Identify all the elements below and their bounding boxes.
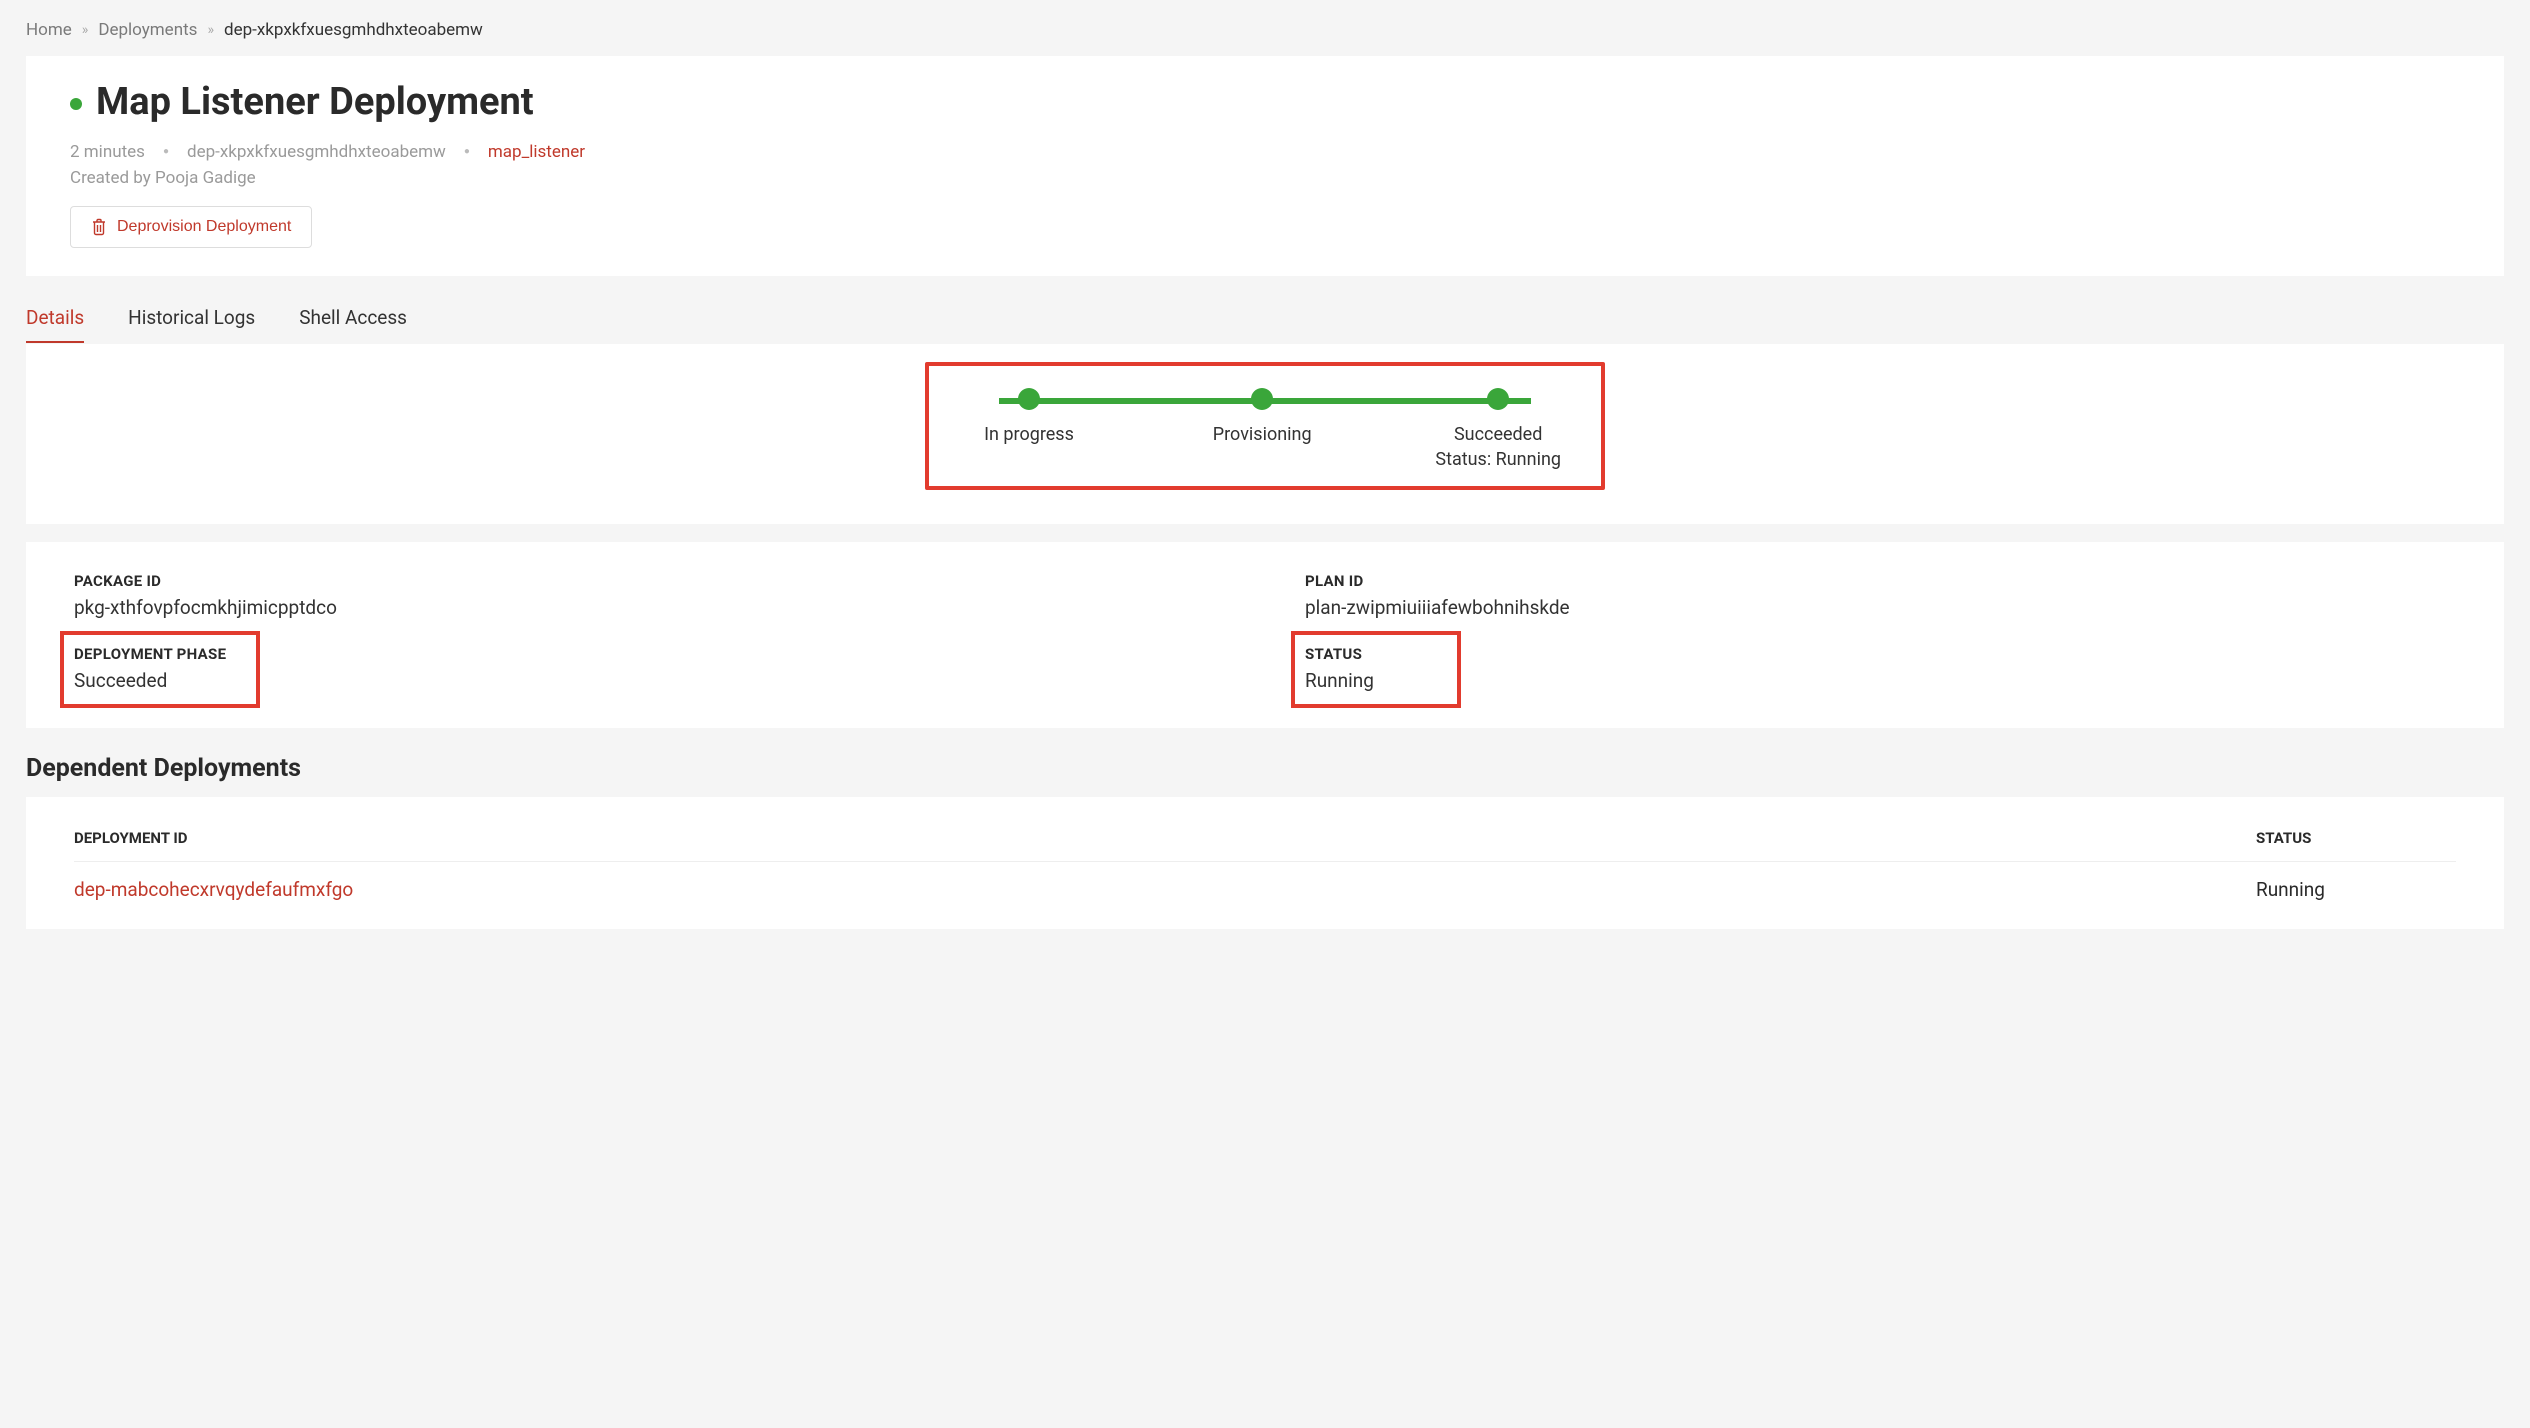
- table-row: dep-mabcohecxrvqydefaufmxfgo Running: [74, 862, 2456, 906]
- dependent-table: DEPLOYMENT ID STATUS dep-mabcohecxrvqyde…: [74, 815, 2456, 905]
- col-status: STATUS: [2256, 815, 2456, 862]
- breadcrumb-deployments[interactable]: Deployments: [98, 20, 197, 40]
- trash-icon: [91, 218, 107, 236]
- field-label: DEPLOYMENT PHASE: [74, 645, 242, 663]
- field-value: Running: [1305, 669, 1443, 692]
- deployment-id-text: dep-xkpxkfxuesgmhdhxteoabemw: [187, 142, 446, 162]
- field-value: pkg-xthfovpfocmkhjimicpptdco: [74, 596, 1225, 619]
- dependent-deployment-link[interactable]: dep-mabcohecxrvqydefaufmxfgo: [74, 862, 2256, 906]
- field-deployment-phase: DEPLOYMENT PHASE Succeeded: [60, 631, 260, 708]
- breadcrumb-home[interactable]: Home: [26, 20, 72, 40]
- field-label: STATUS: [1305, 645, 1443, 663]
- service-link[interactable]: map_listener: [488, 142, 585, 162]
- step-label: In progress: [984, 424, 1074, 445]
- breadcrumb-current: dep-xkpxkfxuesgmhdhxteoabemw: [224, 20, 483, 40]
- step-succeeded: Succeeded Status: Running: [1435, 388, 1561, 470]
- progress-steps: In progress Provisioning Succeeded Statu…: [969, 388, 1561, 470]
- step-dot-icon: [1251, 388, 1273, 410]
- dependent-deployment-status: Running: [2256, 862, 2456, 906]
- tab-details[interactable]: Details: [26, 298, 84, 343]
- step-dot-icon: [1487, 388, 1509, 410]
- dependent-deployments-title: Dependent Deployments: [26, 754, 2504, 783]
- deprovision-label: Deprovision Deployment: [117, 218, 291, 236]
- progress-highlight-box: In progress Provisioning Succeeded Statu…: [925, 362, 1605, 490]
- deployment-age: 2 minutes: [70, 142, 145, 162]
- dot-separator-icon: ●: [163, 147, 169, 157]
- field-plan-id: PLAN ID plan-zwipmiuiiiafewbohnihskde: [1305, 572, 2456, 619]
- progress-card: In progress Provisioning Succeeded Statu…: [26, 344, 2504, 524]
- meta-row: 2 minutes ● dep-xkpxkfxuesgmhdhxteoabemw…: [70, 142, 2460, 162]
- step-label: Provisioning: [1213, 424, 1312, 445]
- details-card: PACKAGE ID pkg-xthfovpfocmkhjimicpptdco …: [26, 542, 2504, 728]
- step-sub-label: Status: Running: [1435, 449, 1561, 470]
- page-title: Map Listener Deployment: [96, 80, 534, 124]
- field-value: plan-zwipmiuiiiafewbohnihskde: [1305, 596, 2456, 619]
- status-dot-icon: [70, 98, 82, 110]
- field-label: PACKAGE ID: [74, 572, 1225, 590]
- col-deployment-id: DEPLOYMENT ID: [74, 815, 2256, 862]
- dependent-table-card: DEPLOYMENT ID STATUS dep-mabcohecxrvqyde…: [26, 797, 2504, 929]
- step-in-progress: In progress: [969, 388, 1089, 445]
- dot-separator-icon: ●: [464, 147, 470, 157]
- field-package-id: PACKAGE ID pkg-xthfovpfocmkhjimicpptdco: [74, 572, 1225, 619]
- chevron-right-icon: »: [82, 22, 89, 38]
- step-dot-icon: [1018, 388, 1040, 410]
- deprovision-button[interactable]: Deprovision Deployment: [70, 206, 312, 248]
- tab-historical-logs[interactable]: Historical Logs: [128, 298, 255, 343]
- tabs: Details Historical Logs Shell Access: [26, 298, 2504, 344]
- header-card: Map Listener Deployment 2 minutes ● dep-…: [26, 56, 2504, 276]
- step-provisioning: Provisioning: [1202, 388, 1322, 445]
- field-status: STATUS Running: [1291, 631, 1461, 708]
- created-by: Created by Pooja Gadige: [70, 168, 2460, 188]
- tab-shell-access[interactable]: Shell Access: [299, 298, 407, 343]
- field-value: Succeeded: [74, 669, 242, 692]
- breadcrumb: Home » Deployments » dep-xkpxkfxuesgmhdh…: [0, 0, 2530, 56]
- field-label: PLAN ID: [1305, 572, 2456, 590]
- step-label: Succeeded: [1454, 424, 1542, 445]
- chevron-right-icon: »: [207, 22, 214, 38]
